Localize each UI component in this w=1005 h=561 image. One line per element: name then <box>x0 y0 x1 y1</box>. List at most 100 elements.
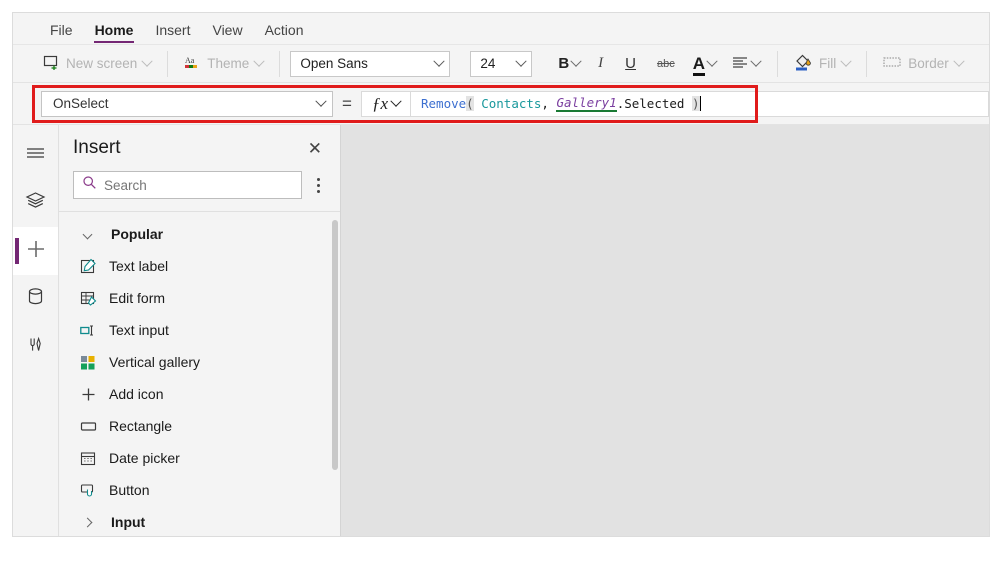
new-screen-group: New screen <box>27 45 167 83</box>
chevron-down-icon <box>515 55 527 67</box>
italic-button[interactable]: I <box>588 51 613 76</box>
text-label-icon <box>79 258 97 275</box>
italic-label: I <box>598 55 604 71</box>
tab-file[interactable]: File <box>39 23 84 44</box>
insert-item-list: Popular Text label Edit form Text input … <box>59 212 340 536</box>
fill-group: Fill <box>778 45 866 83</box>
formula-token-open-paren: ( <box>466 96 474 111</box>
search-input[interactable]: Search <box>73 171 302 199</box>
font-color-swatch <box>692 72 706 76</box>
tab-view[interactable]: View <box>201 23 253 44</box>
border-icon <box>883 55 902 72</box>
formula-token-comma: , <box>541 96 557 111</box>
rail-item-tree-view[interactable] <box>13 179 58 227</box>
formula-token-table: Contacts <box>473 96 542 111</box>
chevron-down-icon <box>253 55 265 67</box>
rail-item-data[interactable] <box>13 275 58 323</box>
formula-token-control: Gallery1 <box>556 95 617 112</box>
fx-button[interactable]: ƒx <box>361 90 411 117</box>
underline-button[interactable]: U <box>615 51 646 76</box>
insert-group-input[interactable]: Input <box>59 506 340 536</box>
close-icon[interactable]: ✕ <box>304 138 326 159</box>
tree-view-icon <box>25 191 46 215</box>
theme-group: Aa Theme <box>168 45 279 83</box>
font-family-value: Open Sans <box>300 56 368 71</box>
insert-item-button[interactable]: Button <box>59 474 340 506</box>
new-screen-button[interactable]: New screen <box>37 50 157 77</box>
font-size-group: 24 <box>460 45 542 83</box>
rail-item-menu[interactable] <box>13 131 58 179</box>
chevron-down-icon <box>706 55 718 67</box>
font-group: Open Sans <box>280 45 460 83</box>
canvas-area[interactable]: Yvonne McKay (sample) someone_a@example.… <box>341 125 989 536</box>
insert-item-label: Date picker <box>109 450 180 466</box>
strikethrough-button[interactable]: abc <box>648 54 684 74</box>
chevron-down-icon <box>750 55 762 67</box>
insert-item-text-input[interactable]: Text input <box>59 314 340 346</box>
font-family-select[interactable]: Open Sans <box>290 50 451 77</box>
rectangle-icon <box>79 418 97 435</box>
edit-form-icon <box>79 290 97 307</box>
command-toolbar: New screen Aa Theme Open Sans 24 B I U a… <box>13 45 989 83</box>
chevron-right-icon <box>79 517 97 527</box>
new-screen-icon <box>43 54 60 73</box>
media-icon <box>26 335 45 359</box>
insert-group-popular[interactable]: Popular <box>59 218 340 250</box>
more-options-icon[interactable] <box>310 174 326 197</box>
chevron-down-icon <box>390 95 402 107</box>
fx-icon: ƒx <box>371 93 389 113</box>
add-icon <box>79 386 97 403</box>
insert-icon <box>25 238 47 265</box>
date-picker-icon <box>79 450 97 467</box>
text-format-group: B I U abc A <box>542 45 777 83</box>
insert-group-popular-label: Popular <box>111 226 164 242</box>
property-value: OnSelect <box>53 96 109 111</box>
insert-item-add-icon[interactable]: Add icon <box>59 378 340 410</box>
tab-insert[interactable]: Insert <box>144 23 201 44</box>
rail-item-media[interactable] <box>13 323 58 371</box>
align-button[interactable] <box>725 51 767 76</box>
search-row: Search <box>73 171 326 199</box>
property-select[interactable]: OnSelect <box>41 90 333 117</box>
tab-action[interactable]: Action <box>254 23 315 44</box>
insert-item-date-picker[interactable]: Date picker <box>59 442 340 474</box>
bold-label: B <box>558 55 570 72</box>
formula-token-function: Remove <box>421 96 467 111</box>
fill-bucket-icon <box>794 53 813 74</box>
fill-button[interactable]: Fill <box>788 49 856 78</box>
theme-button[interactable]: Aa Theme <box>178 50 269 77</box>
strikethrough-label: abc <box>657 57 675 70</box>
bold-button[interactable]: B <box>552 51 586 76</box>
insert-panel-title-row: Insert ✕ <box>73 137 326 159</box>
font-color-button[interactable]: A <box>686 50 723 78</box>
font-size-select[interactable]: 24 <box>470 50 533 77</box>
insert-item-label: Vertical gallery <box>109 354 201 370</box>
formula-token-property: .Selected <box>616 96 692 111</box>
tab-home[interactable]: Home <box>84 23 145 44</box>
insert-panel: Insert ✕ Search Popular Text label Edit … <box>59 125 341 536</box>
chevron-down-icon <box>79 229 97 239</box>
insert-group-input-label: Input <box>111 514 146 530</box>
align-icon <box>732 55 749 72</box>
insert-panel-scrollbar[interactable] <box>332 220 338 470</box>
chevron-down-icon <box>570 55 582 67</box>
chevron-down-icon <box>141 55 153 67</box>
insert-item-label: Add icon <box>109 386 164 402</box>
insert-item-vertical-gallery[interactable]: Vertical gallery <box>59 346 340 378</box>
insert-item-edit-form[interactable]: Edit form <box>59 282 340 314</box>
formula-bar: OnSelect = ƒx Remove( Contacts, Gallery1… <box>13 83 989 125</box>
chevron-down-icon <box>433 55 445 67</box>
font-color-label: A <box>692 53 706 73</box>
insert-item-text-label[interactable]: Text label <box>59 250 340 282</box>
rail-item-insert[interactable] <box>13 227 58 275</box>
data-icon <box>26 287 45 311</box>
panel-title: Insert <box>73 137 121 158</box>
ribbon-tabbar: File Home Insert View Action <box>13 13 989 45</box>
border-button[interactable]: Border <box>877 51 969 76</box>
border-group: Border <box>867 45 979 83</box>
vertical-gallery-icon <box>79 354 97 371</box>
insert-item-rectangle[interactable]: Rectangle <box>59 410 340 442</box>
text-caret <box>699 96 701 111</box>
insert-item-label: Edit form <box>109 290 166 306</box>
formula-input[interactable]: Remove( Contacts, Gallery1 .Selected ) <box>411 90 989 117</box>
